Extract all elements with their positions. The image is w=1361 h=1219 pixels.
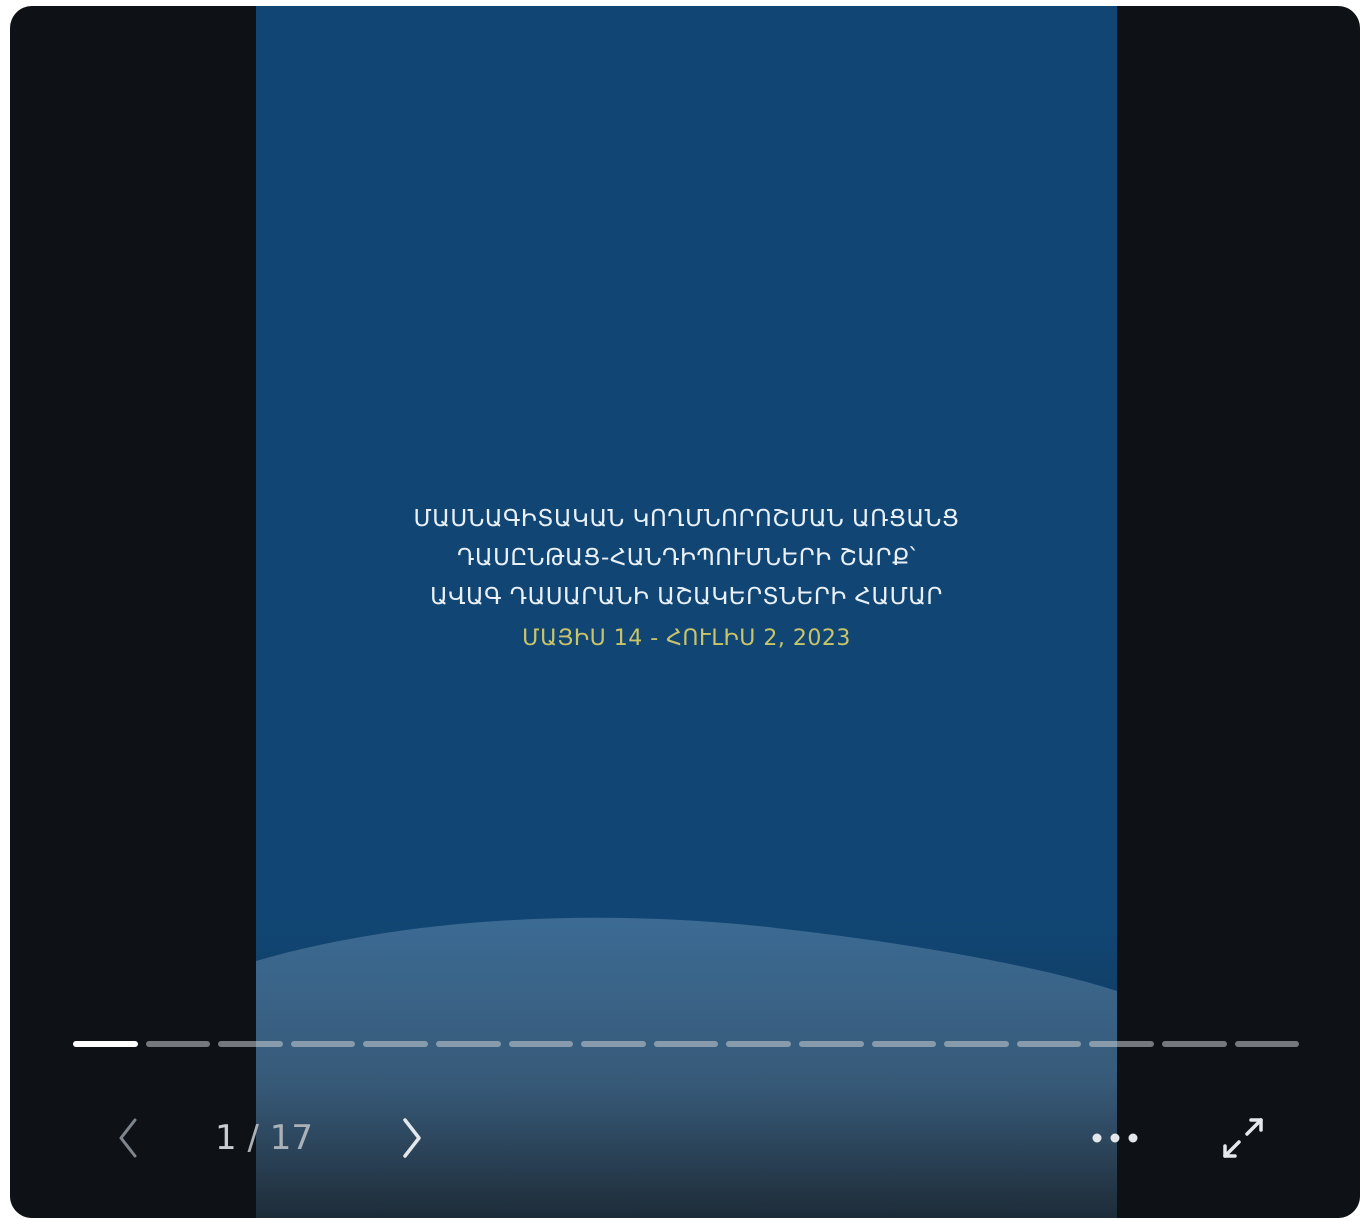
progress-segment[interactable] xyxy=(944,1041,1009,1047)
slide-title-line: ՄԱՍՆԱԳԻՏԱԿԱՆ ԿՈՂՄՆՈՐՈՇՄԱՆ ԱՌՑԱՆՑ xyxy=(413,506,960,532)
progress-segment[interactable] xyxy=(871,1041,937,1047)
page-separator: / xyxy=(236,1118,270,1158)
progress-segment[interactable] xyxy=(508,1041,574,1047)
current-page-number: 1 xyxy=(215,1118,237,1158)
page-counter: 1 / 17 xyxy=(215,1118,345,1158)
progress-segment[interactable] xyxy=(218,1041,283,1047)
slide-title-line: ԱՎԱԳ ԴԱՍԱՐԱՆԻ ԱՇԱԿԵՐՏՆԵՐԻ ՀԱՄԱՐ xyxy=(430,584,943,610)
expand-icon xyxy=(1223,1118,1263,1158)
progress-segment[interactable] xyxy=(1089,1041,1154,1047)
more-horizontal-icon xyxy=(1092,1133,1138,1143)
chevron-left-icon xyxy=(119,1118,137,1158)
progress-segment[interactable] xyxy=(1234,1041,1300,1047)
more-options-button[interactable] xyxy=(1085,1118,1145,1158)
progress-segment[interactable] xyxy=(798,1041,864,1047)
viewer-controls: 1 / 17 xyxy=(10,1106,1360,1170)
progress-segment[interactable] xyxy=(653,1041,719,1047)
progress-segment[interactable] xyxy=(726,1041,791,1047)
chevron-right-icon xyxy=(403,1118,421,1158)
slide-date: ՄԱՅԻՍ 14 - ՀՈՒԼԻՍ 2, 2023 xyxy=(522,626,851,651)
slideshow-viewer: ՄԱՍՆԱԳԻՏԱԿԱՆ ԿՈՂՄՆՈՐՈՇՄԱՆ ԱՌՑԱՆՑ ԴԱՍԸՆԹԱ… xyxy=(10,6,1360,1218)
progress-segment[interactable] xyxy=(363,1041,428,1047)
fullscreen-button[interactable] xyxy=(1215,1112,1271,1164)
next-page-button[interactable] xyxy=(390,1110,434,1166)
progress-segment[interactable] xyxy=(581,1041,646,1047)
progress-segment[interactable] xyxy=(1016,1041,1082,1047)
previous-page-button[interactable] xyxy=(106,1110,150,1166)
slide-page: ՄԱՍՆԱԳԻՏԱԿԱՆ ԿՈՂՄՆՈՐՈՇՄԱՆ ԱՌՑԱՆՑ ԴԱՍԸՆԹԱ… xyxy=(256,6,1117,1218)
progress-segment[interactable] xyxy=(290,1041,356,1047)
progress-segment[interactable] xyxy=(145,1041,211,1047)
progress-segment-active[interactable] xyxy=(73,1041,138,1047)
progress-segment[interactable] xyxy=(1161,1041,1227,1047)
total-page-count: 17 xyxy=(269,1118,313,1158)
progress-segment[interactable] xyxy=(435,1041,501,1047)
slide-title-line: ԴԱՍԸՆԹԱՑ-ՀԱՆԴԻՊՈՒՄՆԵՐԻ ՇԱՐՔ՝ xyxy=(457,545,916,571)
slide-title: ՄԱՍՆԱԳԻՏԱԿԱՆ ԿՈՂՄՆՈՐՈՇՄԱՆ ԱՌՑԱՆՑ ԴԱՍԸՆԹԱ… xyxy=(256,500,1117,661)
page-progress-bar xyxy=(73,1041,1300,1049)
